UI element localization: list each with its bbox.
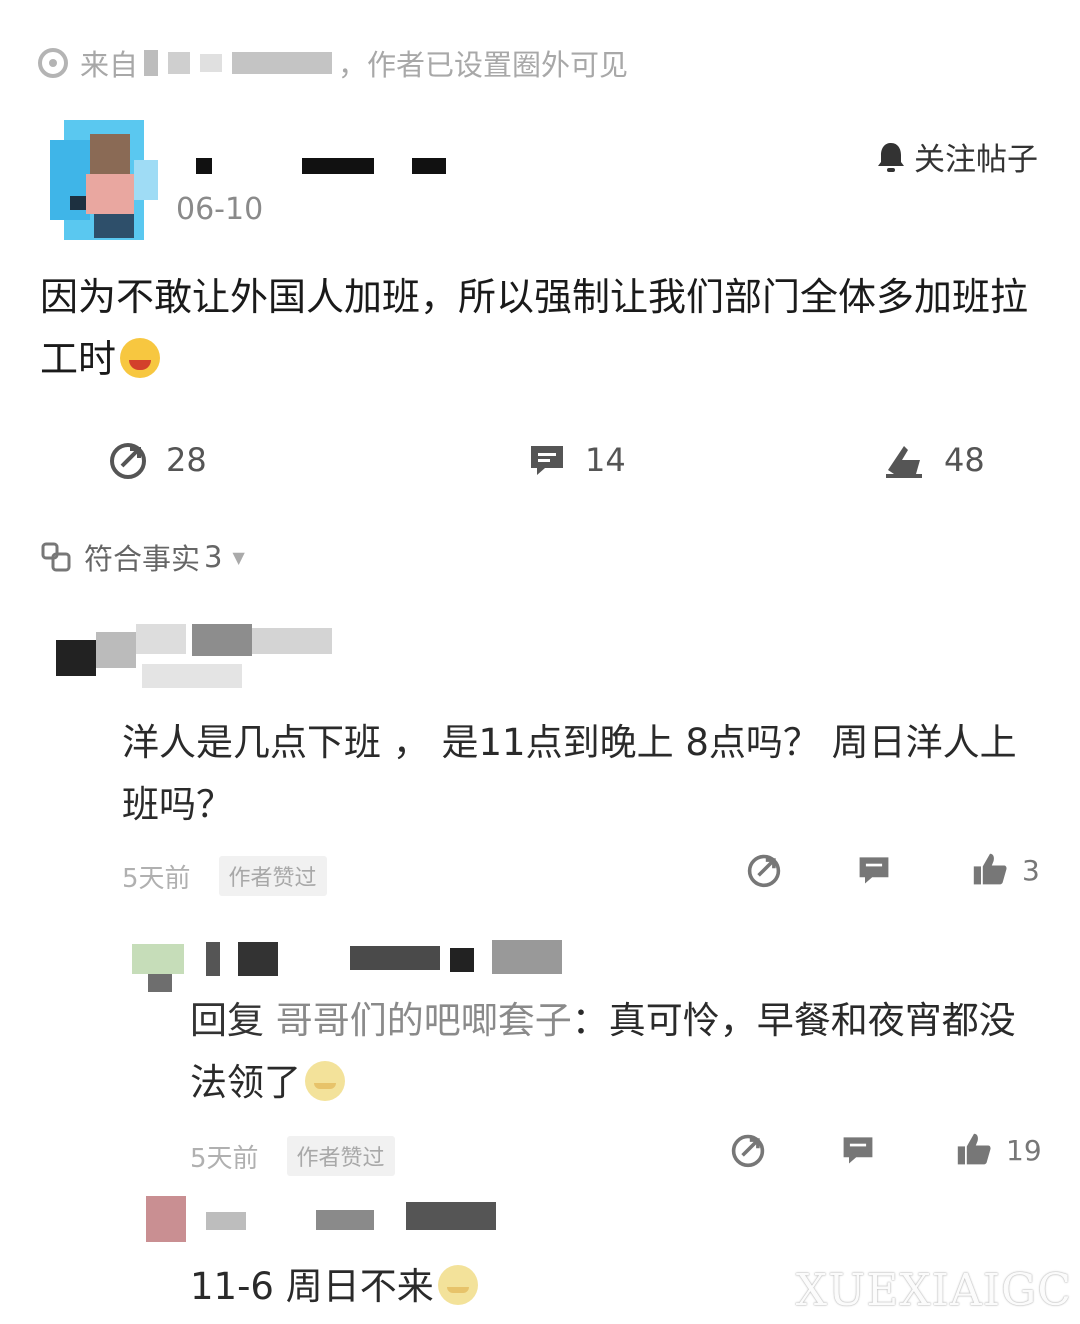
comment-button[interactable]: 14 xyxy=(527,440,626,480)
bell-icon xyxy=(878,142,904,172)
like-icon xyxy=(886,446,922,478)
replier-avatar-blurred[interactable] xyxy=(132,938,572,998)
watermark: XUEXIAIGC xyxy=(795,1265,1072,1316)
follow-post-label: 关注帖子 xyxy=(914,142,1038,178)
laughing-emoji-icon xyxy=(120,338,161,378)
comment-1-text: 洋人是几点下班 ， 是11点到晚上 8点吗？ 周日洋人上班吗？ xyxy=(122,721,1017,826)
forward-icon xyxy=(747,854,781,888)
comment-1-meta: 5天前 作者赞过 xyxy=(122,856,327,896)
comment-2-author-liked-badge: 作者赞过 xyxy=(286,1136,395,1176)
forward-icon xyxy=(731,1134,765,1168)
follow-post-button[interactable]: 关注帖子 xyxy=(876,134,1038,179)
comment-1-like-count: 3 xyxy=(1022,853,1040,887)
thumbs-up-icon xyxy=(973,853,1007,885)
author-name-blurred[interactable] xyxy=(196,150,456,180)
source-prefix: 来自 xyxy=(80,48,139,82)
comment-3-body: 11-6 周日不来 xyxy=(190,1256,790,1318)
fact-check-row[interactable]: 符合事实 3 ▼ xyxy=(40,536,245,578)
fact-label: 符合事实 xyxy=(84,542,201,576)
smile-emoji-icon xyxy=(305,1061,345,1101)
comment-2-time: 5天前 xyxy=(190,1143,259,1174)
chevron-down-icon: ▼ xyxy=(232,547,245,567)
comment-1-forward-button[interactable] xyxy=(746,852,782,888)
comment-1-author-liked-badge: 作者赞过 xyxy=(218,856,327,896)
circle-icon xyxy=(38,48,68,78)
reply-prefix: 回复 xyxy=(190,999,264,1042)
comment-1-reply-button[interactable] xyxy=(856,852,892,888)
comment-1-time: 5天前 xyxy=(122,863,191,894)
source-name-blurred xyxy=(144,50,333,76)
thumbs-up-icon xyxy=(957,1133,991,1165)
post-text: 因为不敢让外国人加班，所以强制让我们部门全体多加班拉工时 xyxy=(40,275,1029,381)
like-button[interactable]: 48 xyxy=(884,440,985,480)
like-count: 48 xyxy=(944,441,985,479)
source-suffix: ，作者已设置圈外可见 xyxy=(338,48,629,82)
smile-emoji-icon xyxy=(437,1265,478,1305)
comment-2-forward-button[interactable] xyxy=(730,1132,766,1168)
post-action-bar: 28 14 48 xyxy=(0,440,1080,490)
commenter-3-avatar-blurred[interactable] xyxy=(140,1196,510,1250)
comment-2-reply-button[interactable] xyxy=(840,1132,876,1168)
comment-2-meta: 5天前 作者赞过 xyxy=(190,1136,395,1176)
comment-icon xyxy=(531,446,563,475)
commenter-avatar-blurred[interactable] xyxy=(42,624,332,694)
post-body: 因为不敢让外国人加班，所以强制让我们部门全体多加班拉工时 xyxy=(40,266,1040,390)
fact-check-icon xyxy=(41,542,71,572)
comment-2-body: 回复 哥哥们的吧唧套子：真可怜，早餐和夜宵都没法领了 xyxy=(190,990,1040,1114)
comment-2-like-button[interactable]: 19 xyxy=(956,1132,1042,1168)
fact-count: 3 xyxy=(204,540,223,574)
comment-1-like-button[interactable]: 3 xyxy=(972,852,1040,888)
post-date: 06-10 xyxy=(176,192,264,227)
comment-count: 14 xyxy=(585,441,626,479)
forward-icon xyxy=(110,443,146,479)
comment-2-like-count: 19 xyxy=(1006,1133,1042,1167)
comment-icon xyxy=(859,857,889,884)
source-line: 来自 ，作者已设置圈外可见 xyxy=(38,42,628,84)
comment-icon xyxy=(843,1137,873,1164)
author-avatar[interactable] xyxy=(50,120,162,248)
forward-count: 28 xyxy=(166,441,207,479)
reply-to-user-link[interactable]: 哥哥们的吧唧套子 xyxy=(276,999,572,1042)
forward-button[interactable]: 28 xyxy=(108,440,207,480)
comment-3-text: 11-6 周日不来 xyxy=(190,1265,434,1308)
